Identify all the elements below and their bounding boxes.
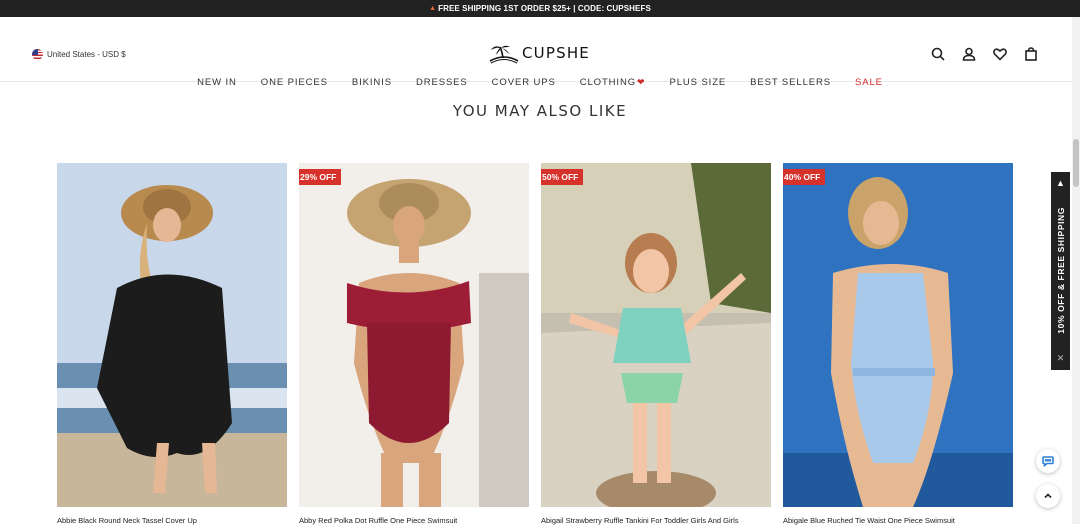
chevron-up-icon bbox=[1044, 493, 1052, 499]
nav-clothing[interactable]: CLOTHING ❤ bbox=[580, 77, 646, 88]
triangle-up-icon[interactable]: ▲ bbox=[1056, 178, 1065, 188]
nav-sale[interactable]: SALE bbox=[855, 77, 883, 88]
locale-selector[interactable]: United States - USD $ bbox=[32, 49, 126, 60]
scrollbar-thumb[interactable] bbox=[1073, 139, 1079, 187]
promo-bar[interactable]: ▲ FREE SHIPPING 1ST ORDER $25+ | CODE: C… bbox=[0, 0, 1080, 17]
flame-icon: ▲ bbox=[429, 5, 437, 12]
product-grid: Abbie Black Round Neck Tassel Cover Up 2… bbox=[57, 163, 1013, 525]
back-to-top-button[interactable] bbox=[1036, 484, 1060, 508]
discount-badge: 40% OFF bbox=[783, 169, 826, 185]
bag-icon[interactable] bbox=[1024, 47, 1038, 61]
account-icon[interactable] bbox=[962, 47, 976, 61]
nav-plus-size[interactable]: PLUS SIZE bbox=[669, 77, 726, 88]
us-flag-icon bbox=[32, 49, 43, 60]
product-card[interactable]: Abbie Black Round Neck Tassel Cover Up bbox=[57, 163, 287, 525]
close-icon[interactable]: ✕ bbox=[1057, 353, 1065, 364]
brand-logo[interactable]: CUPSHE bbox=[488, 41, 590, 65]
product-card[interactable]: 50% OFF Abigail Strawberry Ruffle Tankin… bbox=[541, 163, 771, 525]
nav-new-in[interactable]: NEW IN bbox=[197, 77, 237, 88]
product-image[interactable] bbox=[57, 163, 287, 507]
nav-clothing-label: CLOTHING bbox=[579, 77, 637, 88]
nav-dresses[interactable]: DRESSES bbox=[416, 77, 468, 88]
model-blue-swimsuit-image bbox=[783, 163, 1013, 507]
heart-icon: ❤ bbox=[637, 77, 646, 87]
free-shipping-side-tab[interactable]: ▲ 10% OFF & FREE SHIPPING ✕ bbox=[1051, 172, 1070, 370]
section-title: YOU MAY ALSO LIKE bbox=[452, 102, 628, 120]
locale-label: United States - USD $ bbox=[47, 50, 126, 59]
nav-bikinis[interactable]: BIKINIS bbox=[352, 77, 392, 88]
nav-cover-ups[interactable]: COVER UPS bbox=[492, 77, 556, 88]
site-header: United States - USD $ CUPSHE NEW IN ONE … bbox=[0, 17, 1080, 88]
product-card[interactable]: 40% OFF Abigale Blue Ruched Tie Waist On… bbox=[783, 163, 1013, 525]
page-scrollbar[interactable] bbox=[1072, 17, 1080, 524]
product-image[interactable]: 40% OFF bbox=[783, 163, 1013, 507]
wishlist-heart-icon[interactable] bbox=[993, 47, 1007, 61]
promo-text: FREE SHIPPING 1ST ORDER $25+ | CODE: CUP… bbox=[438, 4, 651, 13]
toddler-strawberry-tankini-image bbox=[541, 163, 771, 507]
brand-name: CUPSHE bbox=[522, 44, 590, 62]
model-red-swimsuit-image bbox=[299, 163, 529, 507]
nav-best-sellers[interactable]: BEST SELLERS bbox=[750, 77, 831, 88]
product-image[interactable]: 50% OFF bbox=[541, 163, 771, 507]
side-tab-text: 10% OFF & FREE SHIPPING bbox=[1055, 207, 1066, 334]
main-nav: NEW IN ONE PIECES BIKINIS DRESSES COVER … bbox=[0, 77, 1080, 88]
nav-one-pieces[interactable]: ONE PIECES bbox=[261, 77, 328, 88]
model-black-coverup-image bbox=[57, 163, 287, 507]
palm-island-logo bbox=[489, 45, 519, 64]
discount-badge: 50% OFF bbox=[541, 169, 584, 185]
product-image[interactable]: 29% OFF bbox=[299, 163, 529, 507]
product-card[interactable]: 29% OFF Abby Red Polka Dot Ruffle One Pi… bbox=[299, 163, 529, 525]
discount-badge: 29% OFF bbox=[299, 169, 342, 185]
chat-button[interactable] bbox=[1036, 449, 1060, 473]
search-icon[interactable] bbox=[931, 47, 945, 61]
header-tools bbox=[931, 47, 1038, 61]
chat-icon bbox=[1042, 456, 1054, 467]
